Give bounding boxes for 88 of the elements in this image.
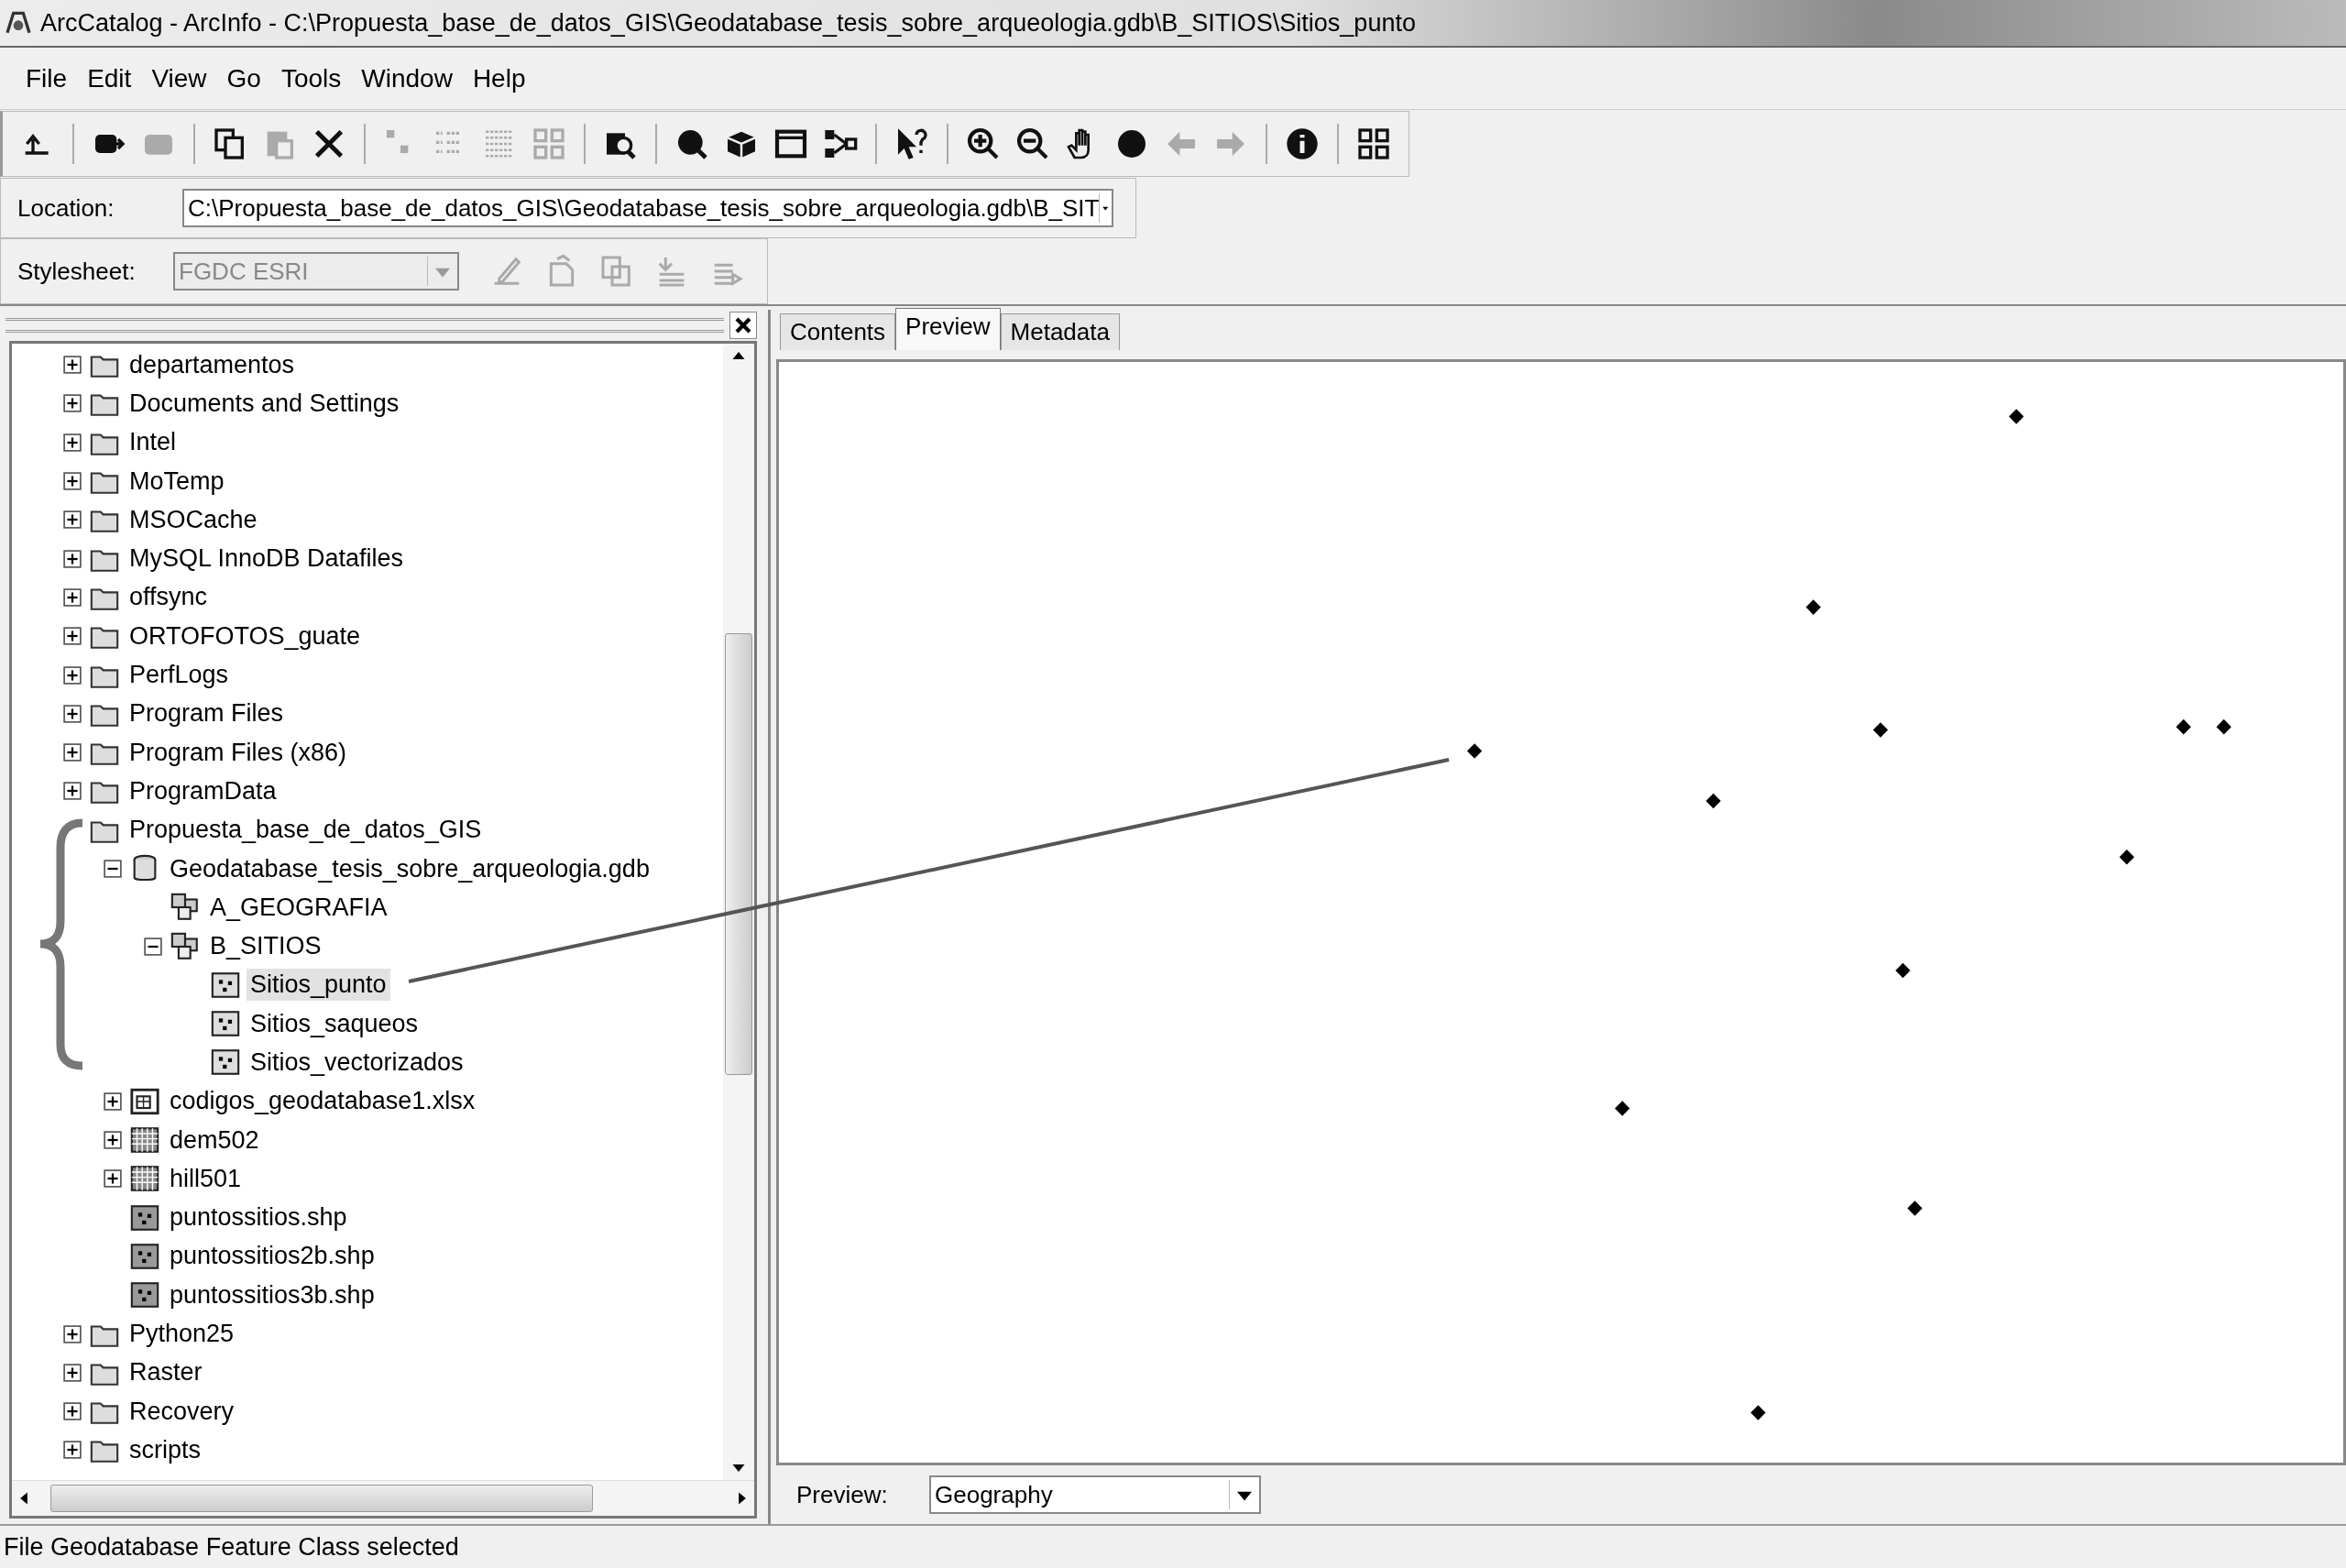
tree-item[interactable]: ORTOFOTOS_guate	[126, 620, 365, 652]
layout-icon[interactable]	[1355, 126, 1392, 162]
expand-icon[interactable]	[104, 1131, 122, 1150]
status-text: File Geodatabase Feature Class selected	[4, 1532, 459, 1562]
tree-item[interactable]: Recovery	[126, 1395, 238, 1428]
scroll-thumb[interactable]	[725, 633, 752, 1075]
expand-icon[interactable]	[63, 782, 82, 801]
tree-item[interactable]: Python25	[126, 1318, 238, 1351]
scroll-thumb[interactable]	[50, 1485, 593, 1512]
expand-icon[interactable]	[63, 1441, 82, 1460]
tree-item[interactable]: MSOCache	[126, 503, 261, 536]
point-marker	[1466, 743, 1483, 759]
menu-item[interactable]: File	[24, 60, 70, 97]
collapse-icon[interactable]	[144, 937, 162, 956]
tree-item[interactable]: B_SITIOS	[206, 930, 325, 963]
tree-item[interactable]: dem502	[166, 1124, 263, 1157]
tree-item[interactable]: Sitios_punto	[247, 969, 390, 1002]
tree-item[interactable]: Sitios_saqueos	[247, 1007, 422, 1040]
expand-icon[interactable]	[63, 549, 82, 568]
tree-item[interactable]: Program Files (x86)	[126, 736, 351, 769]
tree-item[interactable]: MySQL InnoDB Datafiles	[126, 543, 408, 576]
menu-item[interactable]: Help	[470, 60, 528, 97]
tree-item[interactable]: scripts	[126, 1433, 204, 1466]
menu-item[interactable]: View	[149, 60, 209, 97]
expand-icon[interactable]	[63, 627, 82, 646]
tree-item[interactable]: Intel	[126, 426, 181, 459]
expand-icon[interactable]	[63, 704, 82, 723]
tree-item[interactable]: A_GEOGRAFIA	[206, 891, 391, 924]
expand-icon[interactable]	[63, 394, 82, 413]
expand-icon[interactable]	[63, 1363, 82, 1382]
feature-dataset-icon	[170, 930, 201, 962]
expand-icon[interactable]	[63, 472, 82, 491]
window-title: ArcCatalog - ArcInfo - C:\Propuesta_base_de_datos_GIS\Geodatabase_tesis_sobre_arqueologia.gdb\B_SITIOS\Sitios_punto	[40, 8, 1416, 38]
tree-item[interactable]: Raster	[126, 1356, 206, 1389]
panel-grip[interactable]	[5, 318, 724, 333]
stylesheet-label: Stylesheet:	[17, 257, 137, 286]
menu-item[interactable]: Edit	[85, 60, 134, 97]
tree-item[interactable]: hill501	[166, 1162, 246, 1195]
preview-dropdown[interactable]: Geography	[929, 1475, 1261, 1514]
tree-item[interactable]: puntossitios3b.shp	[166, 1278, 378, 1311]
expand-icon[interactable]	[63, 356, 82, 375]
expand-icon[interactable]	[63, 587, 82, 607]
horizontal-scrollbar[interactable]	[12, 1480, 754, 1516]
collapse-icon[interactable]	[104, 860, 122, 878]
expand-icon[interactable]	[104, 1091, 122, 1111]
tree-item[interactable]: departamentos	[126, 348, 299, 381]
expand-icon[interactable]	[63, 743, 82, 762]
tree-item[interactable]: PerfLogs	[126, 659, 233, 691]
point-marker	[2176, 718, 2191, 735]
tree-item[interactable]: Sitios_vectorizados	[247, 1047, 467, 1079]
point-marker	[2216, 718, 2231, 735]
tree-item[interactable]: Program Files	[126, 697, 288, 730]
tree-item[interactable]: Documents and Settings	[126, 387, 403, 420]
point-marker	[2119, 849, 2134, 865]
point-marker	[1895, 962, 1911, 979]
preview-label: Preview:	[796, 1480, 889, 1509]
tab[interactable]: Contents	[780, 313, 896, 350]
tree-item[interactable]: ProgramData	[126, 774, 280, 807]
point-marker	[2009, 409, 2024, 424]
expand-icon[interactable]	[104, 1169, 122, 1189]
expand-icon[interactable]	[63, 510, 82, 530]
close-icon[interactable]	[729, 312, 757, 339]
tree-item[interactable]: Propuesta_base_de_datos_GIS	[126, 814, 486, 847]
expand-icon[interactable]	[63, 665, 82, 685]
menu-item[interactable]: Tools	[279, 60, 344, 97]
point-marker	[1750, 1405, 1766, 1420]
info-icon[interactable]	[1284, 126, 1321, 162]
vertical-scrollbar[interactable]	[723, 344, 754, 1480]
tree-item[interactable]: offsync	[126, 581, 212, 614]
tab[interactable]: Metadata	[1000, 313, 1120, 350]
tree-item[interactable]: puntossitios2b.shp	[166, 1240, 378, 1273]
tree-item[interactable]: MoTemp	[126, 465, 228, 498]
menu-item[interactable]: Window	[359, 60, 455, 97]
point-marker	[1907, 1201, 1923, 1216]
tab[interactable]: Preview	[895, 308, 1001, 350]
tree-item[interactable]: puntossitios.shp	[166, 1201, 351, 1234]
location-field[interactable]: C:\Propuesta_base_de_datos_GIS\Geodatabase_tesis_sobre_arqueologia.gdb\B_SIT	[182, 189, 1113, 227]
tree-item[interactable]: codigos_geodatabase1.xlsx	[166, 1085, 479, 1118]
point-marker	[1615, 1101, 1630, 1116]
tree-item[interactable]: Geodatabase_tesis_sobre_arqueologia.gdb	[166, 852, 653, 885]
point-marker	[1872, 722, 1889, 738]
point-marker	[1705, 793, 1721, 809]
expand-icon[interactable]	[63, 1402, 82, 1421]
point-marker	[1805, 599, 1821, 615]
expand-icon[interactable]	[63, 433, 82, 452]
expand-icon[interactable]	[63, 1324, 82, 1343]
location-label: Location:	[17, 193, 115, 223]
menu-item[interactable]: Go	[225, 60, 263, 97]
